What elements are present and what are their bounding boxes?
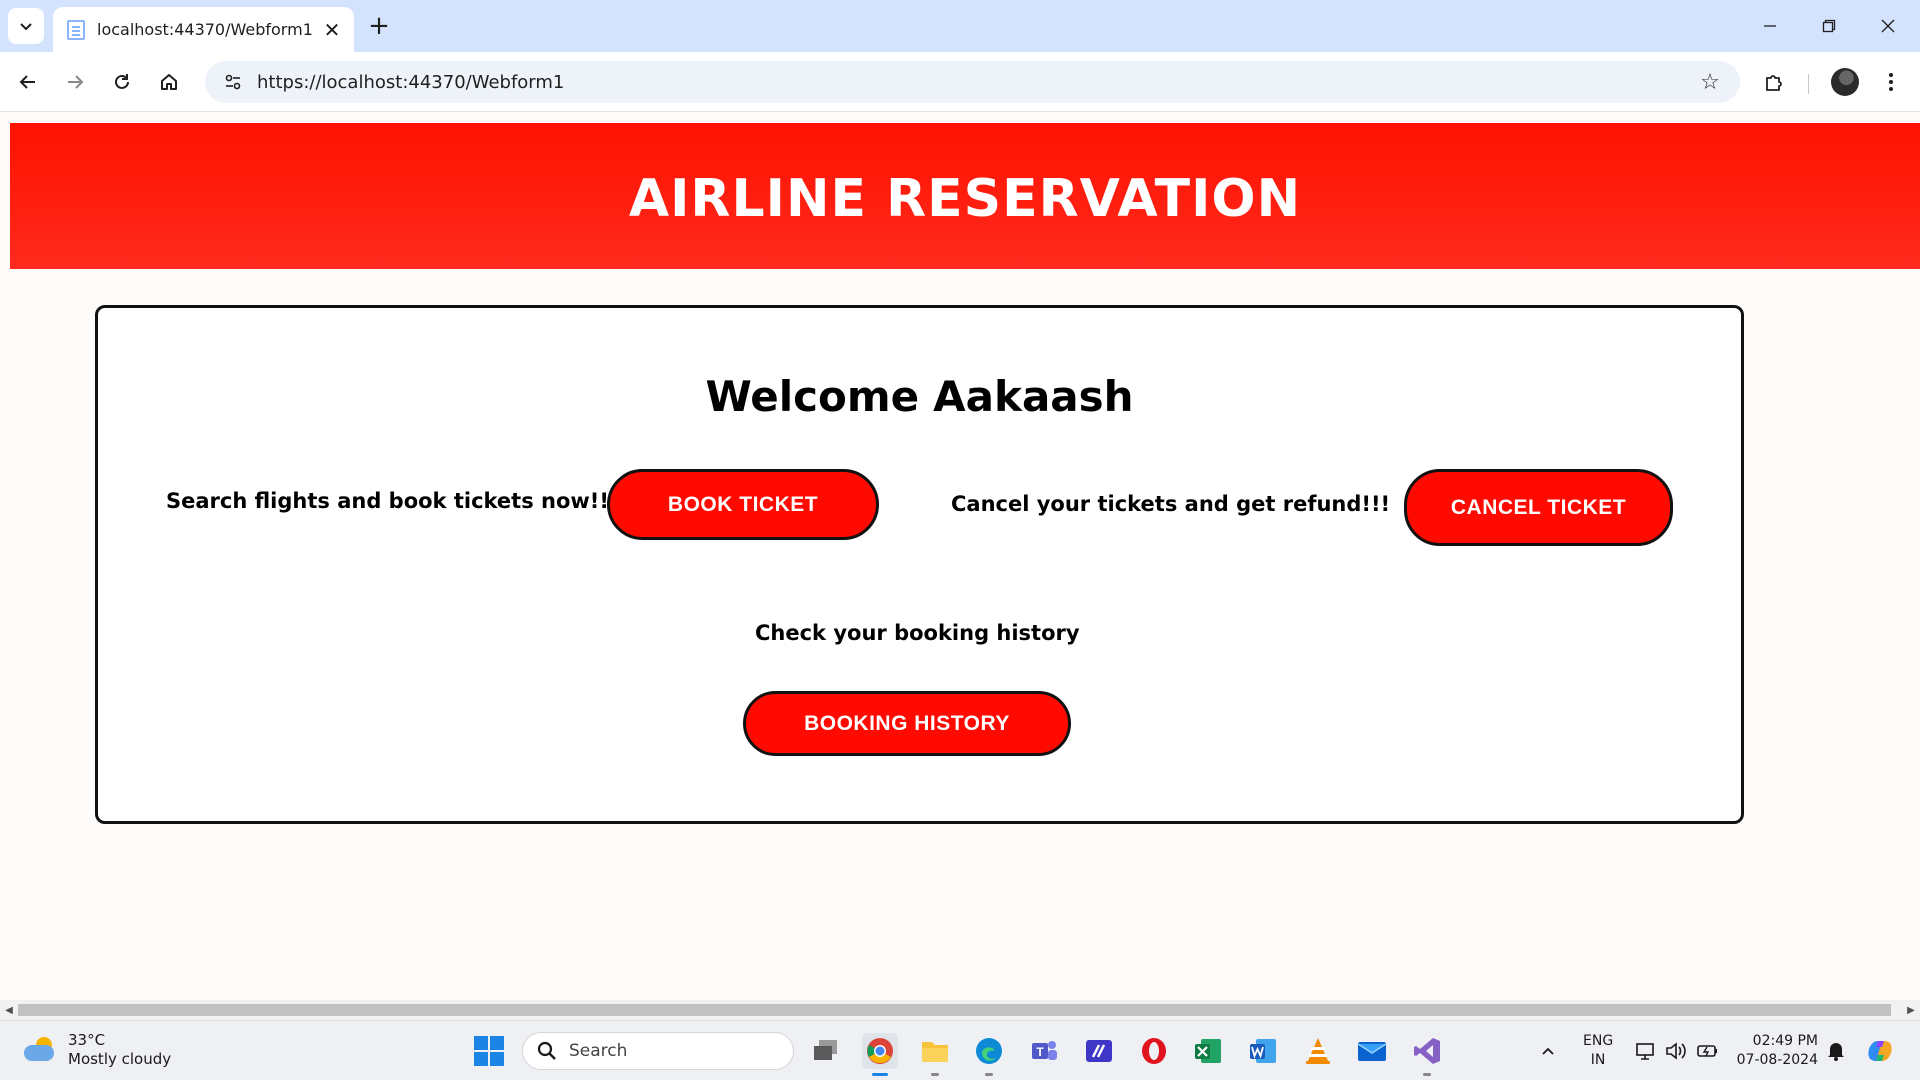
back-button[interactable] — [10, 64, 46, 100]
address-bar[interactable]: https://localhost:44370/Webform1 ☆ — [205, 61, 1740, 103]
opera-icon[interactable] — [1136, 1033, 1172, 1069]
chevron-down-icon — [20, 23, 32, 31]
home-icon — [161, 74, 177, 90]
more-vertical-icon — [1889, 73, 1893, 91]
site-info-button[interactable] — [213, 61, 253, 103]
arrow-right-icon — [68, 75, 84, 89]
profile-avatar[interactable] — [1831, 68, 1859, 96]
toolbar-divider — [1808, 74, 1809, 94]
mail-icon[interactable] — [1354, 1033, 1390, 1069]
volume-icon[interactable] — [1665, 1021, 1687, 1080]
chevron-up-icon — [1542, 1047, 1554, 1055]
booking-history-button[interactable]: BOOKING HISTORY — [743, 691, 1071, 756]
notification-bell-icon[interactable] — [1826, 1021, 1846, 1080]
windows-logo-icon — [474, 1036, 488, 1050]
excel-icon[interactable] — [1190, 1033, 1226, 1069]
book-ticket-button[interactable]: BOOK TICKET — [607, 469, 879, 540]
reload-icon — [115, 74, 129, 89]
taskbar-search-box[interactable]: Search — [522, 1032, 794, 1070]
close-window-button[interactable] — [1866, 8, 1910, 44]
browser-menu-button[interactable] — [1873, 64, 1909, 100]
word-icon[interactable] — [1245, 1033, 1281, 1069]
browser-tabstrip: localhost:44370/Webform1 ✕ + — [0, 0, 1920, 52]
search-icon — [537, 1041, 556, 1060]
cancel-prompt: Cancel your tickets and get refund!!! — [951, 492, 1391, 516]
tune-icon — [225, 74, 241, 90]
file-explorer-icon[interactable] — [917, 1033, 953, 1076]
weather-description: Mostly cloudy — [68, 1050, 172, 1068]
bookmark-star-icon[interactable]: ☆ — [1690, 61, 1730, 103]
system-clock[interactable]: 02:49 PM 07-08-2024 — [1732, 1032, 1818, 1070]
language-code: ENG — [1583, 1033, 1614, 1049]
minimize-icon — [1764, 25, 1776, 27]
chrome-icon[interactable] — [862, 1033, 898, 1076]
dashboard-panel: Welcome Aakaash Search flights and book t… — [95, 305, 1744, 824]
weather-temperature: 33°C — [68, 1031, 106, 1049]
tab-close-icon[interactable]: ✕ — [318, 16, 346, 44]
scroll-right-icon[interactable]: ▶ — [1902, 1000, 1920, 1020]
arrow-left-icon — [19, 75, 35, 89]
partly-cloudy-icon — [22, 1035, 58, 1065]
weather-widget[interactable]: 33°C Mostly cloudy — [22, 1031, 171, 1069]
scrollbar-thumb[interactable] — [18, 1004, 1891, 1016]
cancel-ticket-button[interactable]: CANCEL TICKET — [1404, 469, 1673, 546]
page-favicon-icon — [67, 19, 85, 40]
close-icon — [1881, 19, 1895, 33]
teams-icon[interactable]: T — [1026, 1033, 1062, 1069]
svg-text:T: T — [1036, 1045, 1044, 1059]
battery-icon[interactable] — [1696, 1021, 1720, 1080]
url-text[interactable]: https://localhost:44370/Webform1 — [253, 72, 1690, 93]
web-page: AIRLINE RESERVATION Welcome Aakaash Searc… — [0, 113, 1920, 1000]
tab-title: localhost:44370/Webform1 — [97, 20, 313, 39]
restore-button[interactable] — [1807, 8, 1851, 44]
network-icon[interactable] — [1635, 1021, 1657, 1080]
book-prompt: Search flights and book tickets now!!! — [166, 489, 619, 513]
extensions-button[interactable] — [1756, 64, 1792, 100]
copilot-icon[interactable] — [1864, 1021, 1896, 1080]
windows-taskbar: 33°C Mostly cloudy Search T ENG IN 02:49… — [0, 1020, 1920, 1080]
clock-date: 07-08-2024 — [1736, 1052, 1818, 1068]
home-button[interactable] — [151, 64, 187, 100]
dev-app-icon[interactable] — [1081, 1033, 1117, 1069]
scroll-left-icon[interactable]: ◀ — [0, 1000, 18, 1020]
show-hidden-icons-button[interactable] — [1540, 1021, 1556, 1080]
reload-button[interactable] — [104, 64, 140, 100]
new-tab-button[interactable]: + — [365, 11, 393, 41]
banner-title: AIRLINE RESERVATION — [628, 169, 1302, 229]
minimize-button[interactable] — [1748, 8, 1792, 44]
edge-icon[interactable] — [971, 1033, 1007, 1076]
browser-tab[interactable]: localhost:44370/Webform1 ✕ — [53, 7, 354, 52]
tab-search-button[interactable] — [8, 8, 44, 44]
language-indicator[interactable]: ENG IN — [1583, 1032, 1613, 1070]
vlc-icon[interactable] — [1300, 1033, 1336, 1069]
visual-studio-icon[interactable] — [1409, 1033, 1445, 1076]
history-prompt: Check your booking history — [755, 621, 1080, 645]
horizontal-scrollbar[interactable]: ◀ ▶ — [0, 1000, 1920, 1020]
browser-toolbar: https://localhost:44370/Webform1 ☆ — [0, 52, 1920, 112]
taskbar-search-placeholder: Search — [569, 1041, 628, 1061]
user-name: Aakaash — [933, 372, 1134, 421]
welcome-heading: Welcome Aakaash — [98, 372, 1741, 421]
clock-time: 02:49 PM — [1752, 1033, 1818, 1049]
start-button[interactable] — [474, 1036, 504, 1066]
puzzle-icon — [1766, 75, 1782, 91]
forward-button[interactable] — [57, 64, 93, 100]
header-banner: AIRLINE RESERVATION — [10, 123, 1920, 269]
restore-icon — [1822, 19, 1836, 33]
task-view-icon[interactable] — [808, 1033, 844, 1069]
region-code: IN — [1590, 1052, 1606, 1068]
welcome-text: Welcome — [705, 372, 920, 421]
